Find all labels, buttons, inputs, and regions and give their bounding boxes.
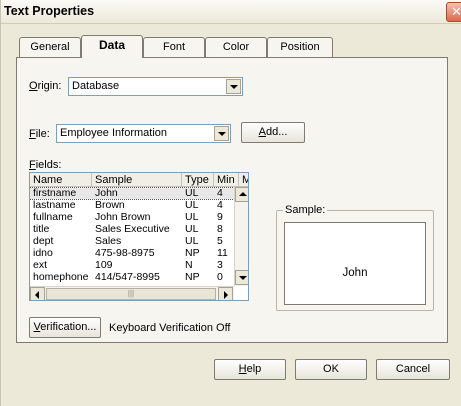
verification-status: Keyboard Verification Off (109, 322, 231, 334)
arrow-down-icon (239, 276, 247, 280)
cell-type: UL (185, 211, 199, 223)
scroll-thumb[interactable]: ||| (46, 288, 216, 300)
sample-preview: John (284, 222, 426, 305)
verification-button[interactable]: Verification... (29, 317, 101, 338)
cell-sample: 414/547-8995 (95, 271, 160, 283)
column-header-max[interactable]: Ma (239, 173, 248, 187)
cell-min: 4 (217, 187, 223, 199)
cell-name: homephone (33, 271, 89, 283)
cell-sample: Sales Executive (95, 223, 170, 235)
fields-vertical-scrollbar[interactable] (234, 187, 248, 286)
table-row[interactable]: ext 109 N 3 (30, 259, 234, 271)
fields-label: Fields: (29, 159, 62, 171)
cell-min: 8 (217, 223, 223, 235)
scroll-right-button[interactable] (218, 287, 233, 300)
cell-type: NP (185, 271, 200, 283)
cell-min: 3 (217, 259, 223, 271)
file-dropdown[interactable]: Employee Information (56, 124, 231, 143)
tab-font-label: Font (162, 41, 185, 53)
cell-name: title (33, 223, 50, 235)
origin-dropdown[interactable]: Database (68, 77, 243, 96)
tab-position[interactable]: Position (267, 37, 333, 57)
cell-type: N (185, 259, 193, 271)
table-row[interactable]: lastname Brown UL 4 (30, 199, 234, 211)
cell-type: UL (185, 235, 199, 247)
arrow-right-icon (224, 291, 228, 299)
close-button[interactable]: ✕ (446, 2, 461, 22)
cell-name: ext (33, 259, 48, 271)
tab-general-label: General (30, 41, 70, 53)
cell-sample: John (95, 187, 118, 199)
column-header-sample[interactable]: Sample (92, 173, 182, 187)
cell-name: lastname (33, 199, 76, 211)
origin-label: Origin: (29, 80, 62, 92)
sample-text: John (342, 267, 368, 279)
cell-name: firstname (33, 187, 77, 199)
cell-min: 11 (217, 247, 228, 259)
origin-dropdown-arrow[interactable] (226, 79, 241, 94)
scroll-down-button[interactable] (235, 270, 248, 285)
arrow-up-icon (239, 192, 247, 196)
cell-min: 4 (217, 199, 223, 211)
table-row[interactable]: idno 475-98-8975 NP 11 (30, 247, 234, 259)
cell-sample: Sales (95, 235, 122, 247)
tab-data[interactable]: Data (81, 35, 143, 58)
cell-min: 0 (217, 271, 223, 283)
sample-group-label: Sample: (283, 204, 328, 216)
scroll-up-button[interactable] (235, 187, 248, 202)
ok-button[interactable]: OK (295, 359, 367, 380)
fields-horizontal-scrollbar[interactable]: ||| (30, 286, 234, 300)
fields-list[interactable]: Name Sample Type Min Ma firstname John UL 4… (29, 172, 249, 301)
tab-color-label: Color (222, 41, 250, 53)
cell-name: dept (33, 235, 54, 247)
help-button[interactable]: Help (214, 359, 286, 380)
cell-sample: 475-98-8975 (95, 247, 155, 259)
table-row[interactable]: title Sales Executive UL 8 (30, 223, 234, 235)
file-dropdown-arrow[interactable] (214, 126, 229, 141)
cell-sample: 109 (95, 259, 113, 271)
cell-name: fullname (33, 211, 73, 223)
cell-type: UL (185, 187, 199, 199)
cell-type: NP (185, 247, 200, 259)
add-button[interactable]: Add... (241, 122, 305, 143)
cell-type: UL (185, 223, 199, 235)
table-row[interactable]: dept Sales UL 5 (30, 235, 234, 247)
cancel-button[interactable]: Cancel (376, 359, 450, 380)
cell-min: 9 (217, 211, 223, 223)
chevron-down-icon (218, 132, 226, 136)
table-row[interactable]: fullname John Brown UL 9 (30, 211, 234, 223)
tab-position-label: Position (280, 41, 320, 53)
close-icon: ✕ (451, 4, 461, 19)
arrow-left-icon (35, 291, 39, 299)
cell-type: UL (185, 199, 199, 211)
cell-sample: John Brown (95, 211, 151, 223)
table-row[interactable]: homephone 414/547-8995 NP 0 (30, 271, 234, 283)
file-value: Employee Information (60, 127, 167, 139)
origin-value: Database (72, 80, 120, 92)
column-header-type[interactable]: Type (182, 173, 214, 187)
tab-color[interactable]: Color (205, 37, 267, 57)
column-header-name[interactable]: Name (30, 173, 92, 187)
cell-min: 5 (217, 235, 223, 247)
tab-data-label: Data (98, 38, 125, 52)
table-row[interactable]: firstname John UL 4 (30, 187, 235, 200)
fields-list-header: Name Sample Type Min Ma (30, 173, 248, 187)
window-title: Text Properties (4, 4, 95, 18)
file-label: File: (29, 128, 50, 140)
column-header-min[interactable]: Min (214, 173, 239, 187)
cell-sample: Brown (95, 199, 125, 211)
chevron-down-icon (230, 85, 238, 89)
title-bar: Text Properties ✕ (1, 0, 461, 24)
tab-general[interactable]: General (19, 37, 81, 57)
tab-font[interactable]: Font (143, 37, 205, 57)
cell-name: idno (33, 247, 53, 259)
text-properties-dialog: Text Properties ✕ General Data Font Colo… (0, 0, 461, 406)
scroll-left-button[interactable] (30, 287, 45, 300)
